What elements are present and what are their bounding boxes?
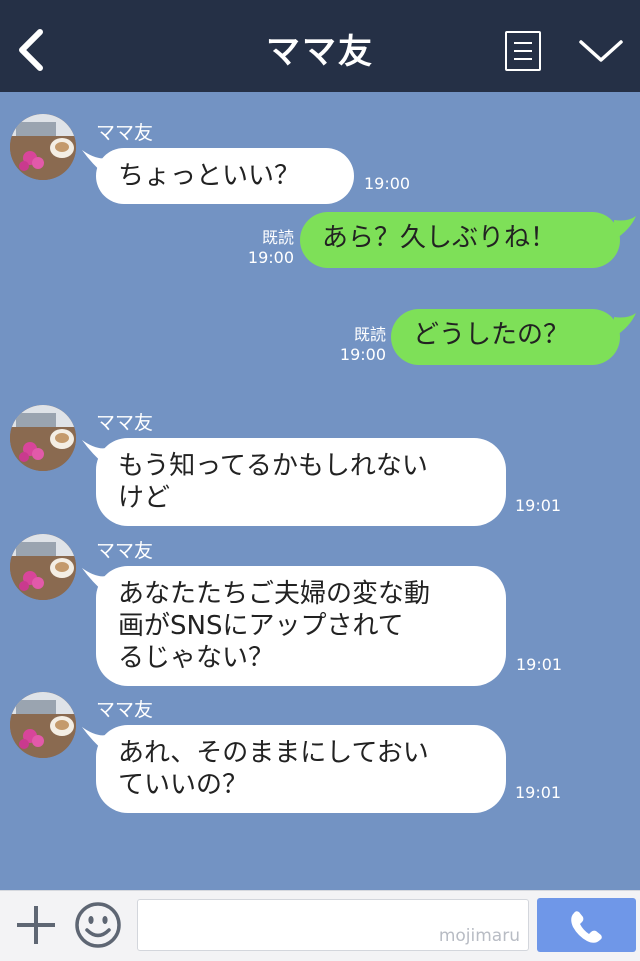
bubble-tail	[614, 313, 636, 337]
sender-name: ママ友	[96, 412, 154, 434]
chevron-down-icon[interactable]	[578, 36, 624, 66]
call-button[interactable]	[537, 898, 636, 952]
bubble-tail	[614, 216, 636, 240]
avatar[interactable]	[10, 114, 76, 180]
watermark: mojimaru	[438, 926, 520, 946]
chat-title: ママ友	[266, 32, 374, 72]
sender-name: ママ友	[96, 699, 154, 721]
message-bubble[interactable]: どうしたの？	[391, 309, 620, 365]
message-bubble[interactable]: あれ、そのままにしておい ていいの？	[96, 725, 506, 813]
read-label: 既読	[261, 228, 294, 247]
menu-list-icon[interactable]	[505, 31, 541, 71]
avatar[interactable]	[10, 692, 76, 758]
message-text: あら？久しぶりね！	[322, 223, 557, 253]
read-receipt: 既読 19:00	[240, 228, 294, 268]
message-bubble[interactable]: もう知ってるかもしれない けど	[96, 438, 506, 526]
message-time: 19:00	[247, 248, 294, 267]
message-time: 19:00	[364, 174, 411, 193]
avatar[interactable]	[10, 534, 76, 600]
read-receipt: 既読 19:00	[332, 325, 386, 365]
read-label: 既読	[353, 325, 386, 344]
phone-icon	[571, 911, 602, 943]
message-bubble[interactable]: あら？久しぶりね！	[300, 212, 620, 268]
message-list[interactable]: ママ友 ちょっといい？ 19:00 既読 19:00 あら？久しぶりね！ 既読 …	[0, 92, 640, 890]
message-time: 19:00	[339, 345, 386, 364]
message-text: もう知ってるかもしれない けど	[118, 451, 428, 513]
message-bubble[interactable]: ちょっといい？	[96, 148, 354, 204]
message-text: どうしたの？	[413, 320, 570, 350]
chat-header: ママ友	[0, 0, 640, 92]
sender-name: ママ友	[96, 122, 154, 144]
message-time: 19:01	[515, 496, 562, 515]
sender-name: ママ友	[96, 540, 154, 562]
message-time: 19:01	[515, 783, 562, 802]
message-bubble[interactable]: あなたたちご夫婦の変な動 画がSNSにアップされて るじゃない？	[96, 566, 506, 686]
avatar[interactable]	[10, 405, 76, 471]
smiley-icon[interactable]	[74, 901, 122, 949]
composer-bar: mojimaru	[0, 890, 640, 961]
plus-icon[interactable]	[14, 903, 58, 947]
message-input[interactable]: mojimaru	[137, 899, 529, 951]
message-time: 19:01	[516, 655, 563, 674]
message-text: あれ、そのままにしておい ていいの？	[118, 738, 429, 800]
message-text: ちょっといい？	[118, 161, 301, 191]
message-text: あなたたちご夫婦の変な動 画がSNSにアップされて るじゃない？	[118, 579, 431, 673]
